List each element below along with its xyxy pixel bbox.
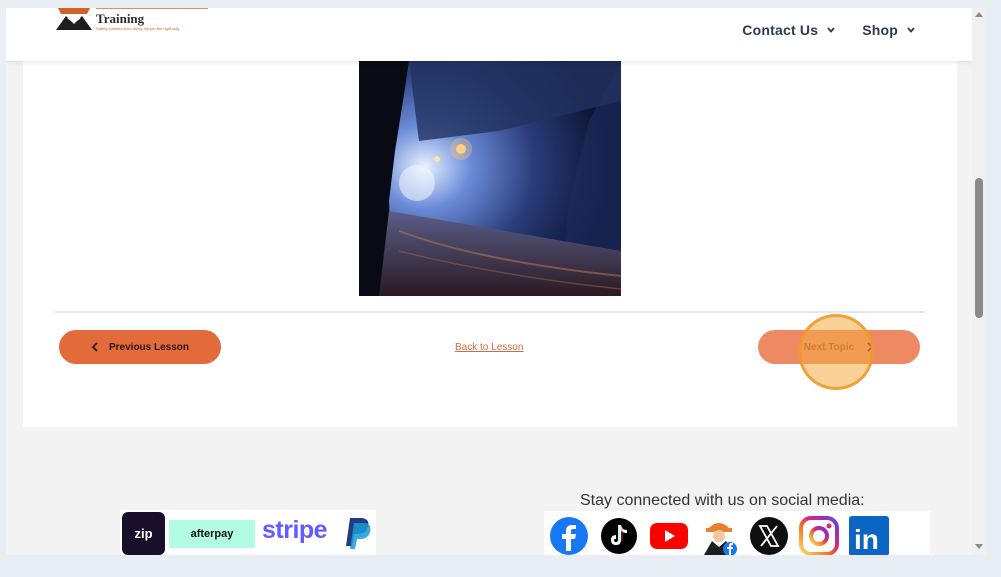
nav-shop-label: Shop <box>862 22 898 38</box>
logo-tagline: Safety courses from doing the job the ri… <box>96 26 180 31</box>
linkedin-text: in <box>854 524 879 555</box>
tiktok-icon <box>601 518 637 554</box>
youtube-icon <box>650 523 688 549</box>
safety-mascot-icon <box>704 523 737 555</box>
chevron-left-icon <box>91 342 98 352</box>
mine-tunnel-image <box>359 61 621 296</box>
nav-contact-us-label: Contact Us <box>742 22 819 38</box>
page-viewport: Previous Lesson Back to Lesson Next Topi… <box>6 8 972 555</box>
chevron-right-icon <box>867 342 874 352</box>
x-link[interactable] <box>746 513 792 555</box>
lesson-image <box>359 61 621 296</box>
back-to-lesson-link[interactable]: Back to Lesson <box>455 342 523 353</box>
zip-pay-logo: zip <box>122 512 165 555</box>
youtube-link[interactable] <box>646 513 692 555</box>
instagram-icon <box>799 516 839 555</box>
social-links: in <box>544 511 930 555</box>
instagram-link[interactable] <box>796 513 842 555</box>
stripe-logo: stripe <box>262 516 328 544</box>
previous-lesson-button[interactable]: Previous Lesson <box>59 330 221 364</box>
afterpay-logo: afterpay <box>169 520 255 548</box>
tiktok-link[interactable] <box>596 513 642 555</box>
miner-logo-icon <box>56 8 92 30</box>
scroll-up-arrow-icon[interactable] <box>975 11 983 17</box>
linkedin-link[interactable]: in <box>846 513 892 555</box>
x-icon <box>750 517 788 555</box>
payment-methods: zip afterpay stripe <box>120 510 376 555</box>
site-header: Training Safety courses from doing the j… <box>6 8 972 61</box>
scrollbar-thumb[interactable] <box>975 178 983 318</box>
social-heading: Stay connected with us on social media: <box>580 492 865 509</box>
safety-mascot-link[interactable] <box>696 513 742 555</box>
paypal-icon <box>346 518 371 549</box>
chevron-down-icon <box>827 27 835 33</box>
logo-text: Training <box>96 11 145 26</box>
content-divider <box>55 311 925 313</box>
logo-topline <box>96 8 208 9</box>
site-logo[interactable]: Training Safety courses from doing the j… <box>54 8 214 38</box>
main-nav: Contact Us Shop <box>742 22 916 38</box>
lesson-content-card: Previous Lesson Back to Lesson Next Topi… <box>23 8 957 427</box>
nav-shop[interactable]: Shop <box>862 22 916 38</box>
facebook-link[interactable] <box>546 513 592 555</box>
next-topic-label: Next Topic <box>803 341 855 353</box>
next-topic-button[interactable]: Next Topic <box>758 330 920 364</box>
facebook-icon <box>550 517 588 555</box>
vertical-scrollbar[interactable] <box>972 8 986 555</box>
linkedin-icon: in <box>849 516 889 555</box>
previous-lesson-label: Previous Lesson <box>108 341 190 353</box>
scroll-down-arrow-icon[interactable] <box>975 544 983 550</box>
chevron-down-icon <box>907 27 915 33</box>
nav-contact-us[interactable]: Contact Us <box>742 22 836 38</box>
